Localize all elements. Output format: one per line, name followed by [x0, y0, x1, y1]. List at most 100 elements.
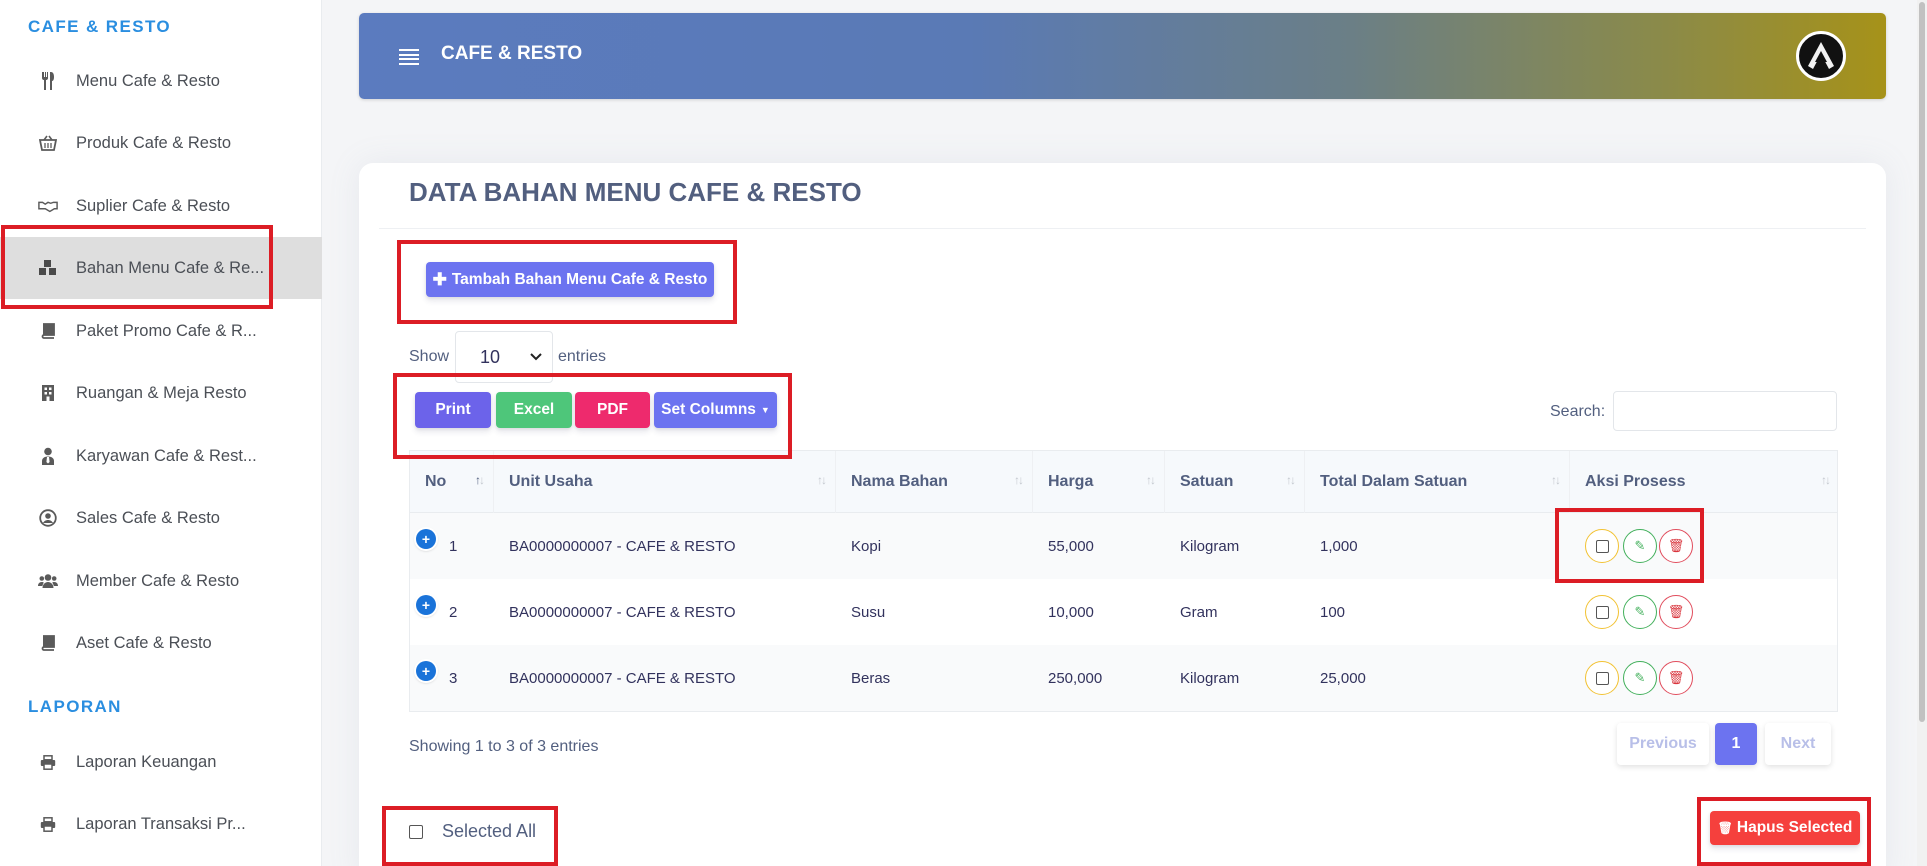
scrollbar-thumb[interactable] — [1919, 2, 1925, 722]
column-header-no[interactable]: No ↑↓ — [410, 451, 494, 513]
table-row: + 2 BA0000000007 - CAFE & RESTO Susu 10,… — [410, 579, 1837, 645]
sidebar-item-label: Sales Cafe & Resto — [76, 508, 220, 527]
sidebar-item-member[interactable]: Member Cafe & Resto — [0, 550, 322, 612]
column-header-unit-usaha[interactable]: Unit Usaha ↑↓ — [494, 451, 836, 513]
row-select-checkbox[interactable] — [1585, 529, 1619, 563]
column-header-satuan[interactable]: Satuan ↑↓ — [1165, 451, 1305, 513]
sidebar-item-laporan-transaksi[interactable]: Laporan Transaksi Pr... — [0, 793, 322, 855]
pagination-page-1[interactable]: 1 — [1715, 723, 1757, 765]
select-all-checkbox[interactable]: Selected All — [409, 821, 536, 842]
search-input[interactable] — [1613, 391, 1837, 431]
table-info: Showing 1 to 3 of 3 entries — [409, 738, 599, 755]
checkbox-icon — [409, 824, 423, 839]
column-label: Total Dalam Satuan — [1320, 473, 1468, 490]
sidebar-item-laporan-keuangan[interactable]: Laporan Keuangan — [0, 731, 322, 793]
sidebar-item-label: Laporan Transaksi Pr... — [76, 814, 246, 833]
edit-button[interactable]: ✎ — [1623, 529, 1657, 563]
trash-icon: 🗑 — [1667, 538, 1685, 553]
expand-row-icon[interactable]: + — [416, 595, 436, 615]
sidebar-section-title: LAPORAN — [28, 697, 122, 716]
sidebar-item-label: Karyawan Cafe & Rest... — [76, 446, 257, 465]
header-title: CAFE & RESTO — [441, 43, 583, 64]
cell-total: 25,000 — [1320, 669, 1366, 687]
utensils-icon — [38, 71, 58, 91]
sidebar: CAFE & RESTO Menu Cafe & Resto Produk Ca… — [0, 0, 322, 866]
delete-button[interactable]: 🗑 — [1659, 529, 1693, 563]
delete-button[interactable]: 🗑 — [1659, 661, 1693, 695]
sidebar-item-bahan-menu[interactable]: Bahan Menu Cafe & Re... — [0, 237, 322, 299]
column-label: Harga — [1048, 473, 1094, 490]
avatar[interactable] — [1796, 31, 1846, 81]
excel-button[interactable]: Excel — [496, 392, 572, 428]
expand-row-icon[interactable]: + — [416, 661, 436, 681]
sidebar-item-menu[interactable]: Menu Cafe & Resto — [0, 50, 322, 112]
pdf-button[interactable]: PDF — [575, 392, 650, 428]
column-header-aksi[interactable]: Aksi Prosess ↑↓ — [1570, 451, 1839, 513]
cell-no: 3 — [449, 669, 458, 687]
edit-button[interactable]: ✎ — [1623, 595, 1657, 629]
building-icon — [38, 383, 58, 403]
column-header-nama-bahan[interactable]: Nama Bahan ↑↓ — [836, 451, 1033, 513]
print-icon — [38, 814, 58, 834]
sidebar-item-sales[interactable]: Sales Cafe & Resto — [0, 487, 322, 549]
user-circle-icon — [38, 508, 58, 528]
row-select-checkbox[interactable] — [1585, 595, 1619, 629]
checkbox-icon — [1595, 605, 1609, 619]
sidebar-item-karyawan[interactable]: Karyawan Cafe & Rest... — [0, 425, 322, 487]
delete-selected-button[interactable]: 🗑 Hapus Selected — [1710, 811, 1860, 845]
content-card: DATA BAHAN MENU CAFE & RESTO ✚ Tambah Ba… — [359, 163, 1886, 866]
edit-icon: ✎ — [1634, 604, 1646, 619]
trash-icon: 🗑 — [1667, 670, 1685, 685]
sidebar-item-ruangan[interactable]: Ruangan & Meja Resto — [0, 362, 322, 424]
add-bahan-button[interactable]: ✚ Tambah Bahan Menu Cafe & Resto — [426, 262, 714, 297]
sidebar-item-suplier[interactable]: Suplier Cafe & Resto — [0, 175, 322, 237]
column-label: Nama Bahan — [851, 473, 948, 490]
print-button[interactable]: Print — [415, 392, 491, 428]
checkbox-icon — [1595, 671, 1609, 685]
users-icon — [38, 571, 58, 591]
edit-icon: ✎ — [1634, 538, 1646, 553]
table-header: No ↑↓ Unit Usaha ↑↓ Nama Bahan ↑↓ Harga … — [410, 451, 1837, 513]
page-scrollbar[interactable] — [1917, 0, 1927, 866]
page-title: DATA BAHAN MENU CAFE & RESTO — [409, 177, 862, 207]
edit-button[interactable]: ✎ — [1623, 661, 1657, 695]
checkbox-icon — [1595, 539, 1609, 553]
delete-button[interactable]: 🗑 — [1659, 595, 1693, 629]
sort-icon: ↑↓ — [1014, 473, 1024, 487]
cell-harga: 55,000 — [1048, 537, 1094, 555]
caret-down-icon: ▼ — [760, 405, 770, 415]
sidebar-section-title: CAFE & RESTO — [28, 17, 172, 36]
cell-nama-bahan: Susu — [851, 603, 886, 621]
plus-icon: ✚ — [432, 269, 447, 289]
sidebar-item-label: Member Cafe & Resto — [76, 571, 240, 590]
row-select-checkbox[interactable] — [1585, 661, 1619, 695]
column-header-harga[interactable]: Harga ↑↓ — [1033, 451, 1165, 513]
trash-icon: 🗑 — [1717, 821, 1733, 835]
column-header-total[interactable]: Total Dalam Satuan ↑↓ — [1305, 451, 1570, 513]
cell-no: 2 — [449, 603, 458, 621]
sidebar-item-label: Suplier Cafe & Resto — [76, 196, 231, 215]
entries-value: 10 — [480, 346, 501, 367]
sidebar-item-paket-promo[interactable]: Paket Promo Cafe & R... — [0, 300, 322, 362]
entries-select[interactable]: 10 — [455, 331, 553, 383]
top-header: CAFE & RESTO — [359, 13, 1886, 99]
cell-total: 1,000 — [1320, 537, 1358, 555]
hamburger-menu-icon[interactable] — [399, 49, 419, 65]
pagination-previous[interactable]: Previous — [1617, 723, 1709, 765]
cell-satuan: Gram — [1180, 603, 1218, 621]
sidebar-item-label: Laporan Keuangan — [76, 752, 217, 771]
table-row: + 3 BA0000000007 - CAFE & RESTO Beras 25… — [410, 645, 1837, 711]
cell-harga: 10,000 — [1048, 603, 1094, 621]
book-icon — [38, 321, 58, 341]
sidebar-item-label: Aset Cafe & Resto — [76, 633, 212, 652]
sidebar-item-aset[interactable]: Aset Cafe & Resto — [0, 612, 322, 674]
expand-row-icon[interactable]: + — [416, 529, 436, 549]
sidebar-item-produk[interactable]: Produk Cafe & Resto — [0, 112, 322, 174]
column-label: Satuan — [1180, 473, 1234, 490]
trash-icon: 🗑 — [1667, 604, 1685, 619]
pagination-next[interactable]: Next — [1765, 723, 1831, 765]
sidebar-item-label: Paket Promo Cafe & R... — [76, 321, 257, 340]
cell-satuan: Kilogram — [1180, 537, 1240, 555]
set-columns-button[interactable]: Set Columns ▼ — [654, 392, 777, 428]
search-label: Search: — [1550, 403, 1606, 420]
